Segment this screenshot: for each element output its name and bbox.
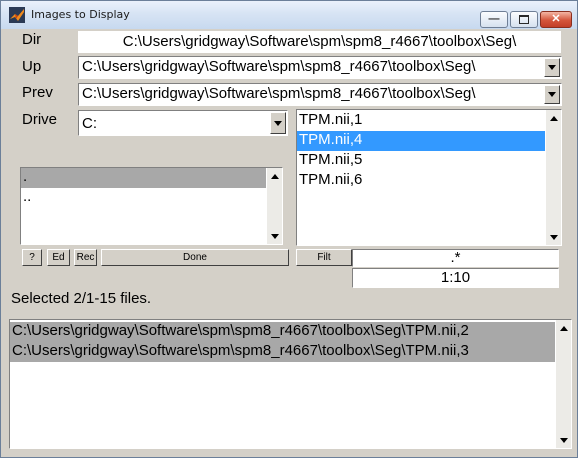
frames-input[interactable]: 1:10: [352, 268, 559, 288]
drive-value: C:: [82, 115, 97, 132]
chevron-up-icon: [270, 173, 279, 179]
directory-list[interactable]: . ..: [20, 167, 283, 245]
file-list-scrollbar[interactable]: [546, 110, 561, 245]
drive-label: Drive: [22, 111, 58, 128]
maximize-button[interactable]: [510, 11, 538, 28]
chevron-up-icon: [549, 115, 558, 121]
minimize-icon: —: [488, 13, 500, 25]
chevron-down-icon: [270, 233, 279, 239]
dir-field: C:\Users\gridgway\Software\spm\spm8_r466…: [78, 31, 561, 53]
drive-dropdown-arrow[interactable]: [270, 112, 286, 134]
scroll-down-arrow[interactable]: [556, 432, 571, 448]
client-area: Dir C:\Users\gridgway\Software\spm\spm8_…: [5, 29, 573, 453]
filter-value: .*: [450, 249, 461, 266]
list-item[interactable]: TPM.nii,6: [297, 171, 545, 191]
recursive-button[interactable]: Rec: [74, 249, 97, 266]
close-icon: ✕: [551, 13, 561, 25]
scroll-down-arrow[interactable]: [267, 228, 282, 244]
chevron-down-icon: [548, 65, 556, 70]
list-item[interactable]: .: [21, 168, 266, 188]
app-window: Images to Display — ✕ Dir C:\Users\gridg…: [0, 0, 578, 458]
up-label: Up: [22, 58, 42, 75]
done-button[interactable]: Done: [101, 249, 289, 266]
prev-dropdown-arrow[interactable]: [544, 85, 560, 104]
minimize-button[interactable]: —: [480, 11, 508, 28]
scroll-up-arrow[interactable]: [546, 110, 561, 126]
list-item[interactable]: C:\Users\gridgway\Software\spm\spm8_r466…: [10, 342, 555, 362]
list-item[interactable]: ..: [21, 188, 266, 208]
matlab-logo-icon: [9, 7, 25, 23]
edit-button[interactable]: Ed: [47, 249, 70, 266]
dir-label: Dir: [22, 31, 42, 48]
window-title: Images to Display: [31, 8, 130, 21]
prev-value: C:\Users\gridgway\Software\spm\spm8_r466…: [82, 85, 476, 102]
filter-button[interactable]: Filt: [296, 249, 352, 266]
dir-value: C:\Users\gridgway\Software\spm\spm8_r466…: [122, 33, 517, 50]
chevron-down-icon: [548, 92, 556, 97]
selected-list-scrollbar[interactable]: [556, 320, 571, 448]
list-item[interactable]: C:\Users\gridgway\Software\spm\spm8_r466…: [10, 322, 555, 342]
frames-value: 1:10: [440, 269, 471, 286]
chevron-down-icon: [549, 234, 558, 240]
directory-list-scrollbar[interactable]: [267, 168, 282, 244]
chevron-down-icon: [559, 437, 568, 443]
up-dropdown-arrow[interactable]: [544, 58, 560, 77]
chevron-up-icon: [559, 325, 568, 331]
prev-label: Prev: [22, 84, 53, 101]
scroll-down-arrow[interactable]: [546, 229, 561, 245]
status-text: Selected 2/1-15 files.: [11, 290, 152, 307]
scroll-up-arrow[interactable]: [556, 320, 571, 336]
up-value: C:\Users\gridgway\Software\spm\spm8_r466…: [82, 58, 476, 75]
prev-dropdown[interactable]: C:\Users\gridgway\Software\spm\spm8_r466…: [78, 83, 562, 106]
drive-dropdown[interactable]: C:: [78, 110, 288, 136]
list-item[interactable]: TPM.nii,1: [297, 111, 545, 131]
selected-files-list[interactable]: C:\Users\gridgway\Software\spm\spm8_r466…: [9, 319, 572, 449]
maximize-icon: [519, 15, 529, 24]
list-item[interactable]: TPM.nii,4: [297, 131, 545, 151]
title-bar[interactable]: Images to Display — ✕: [1, 1, 577, 29]
chevron-down-icon: [274, 120, 282, 126]
list-item[interactable]: TPM.nii,5: [297, 151, 545, 171]
up-dropdown[interactable]: C:\Users\gridgway\Software\spm\spm8_r466…: [78, 56, 562, 79]
scroll-up-arrow[interactable]: [267, 168, 282, 184]
close-button[interactable]: ✕: [540, 11, 572, 28]
help-button[interactable]: ?: [22, 249, 42, 266]
file-list[interactable]: TPM.nii,1 TPM.nii,4 TPM.nii,5 TPM.nii,6: [296, 109, 562, 246]
filter-input[interactable]: .*: [352, 249, 559, 267]
